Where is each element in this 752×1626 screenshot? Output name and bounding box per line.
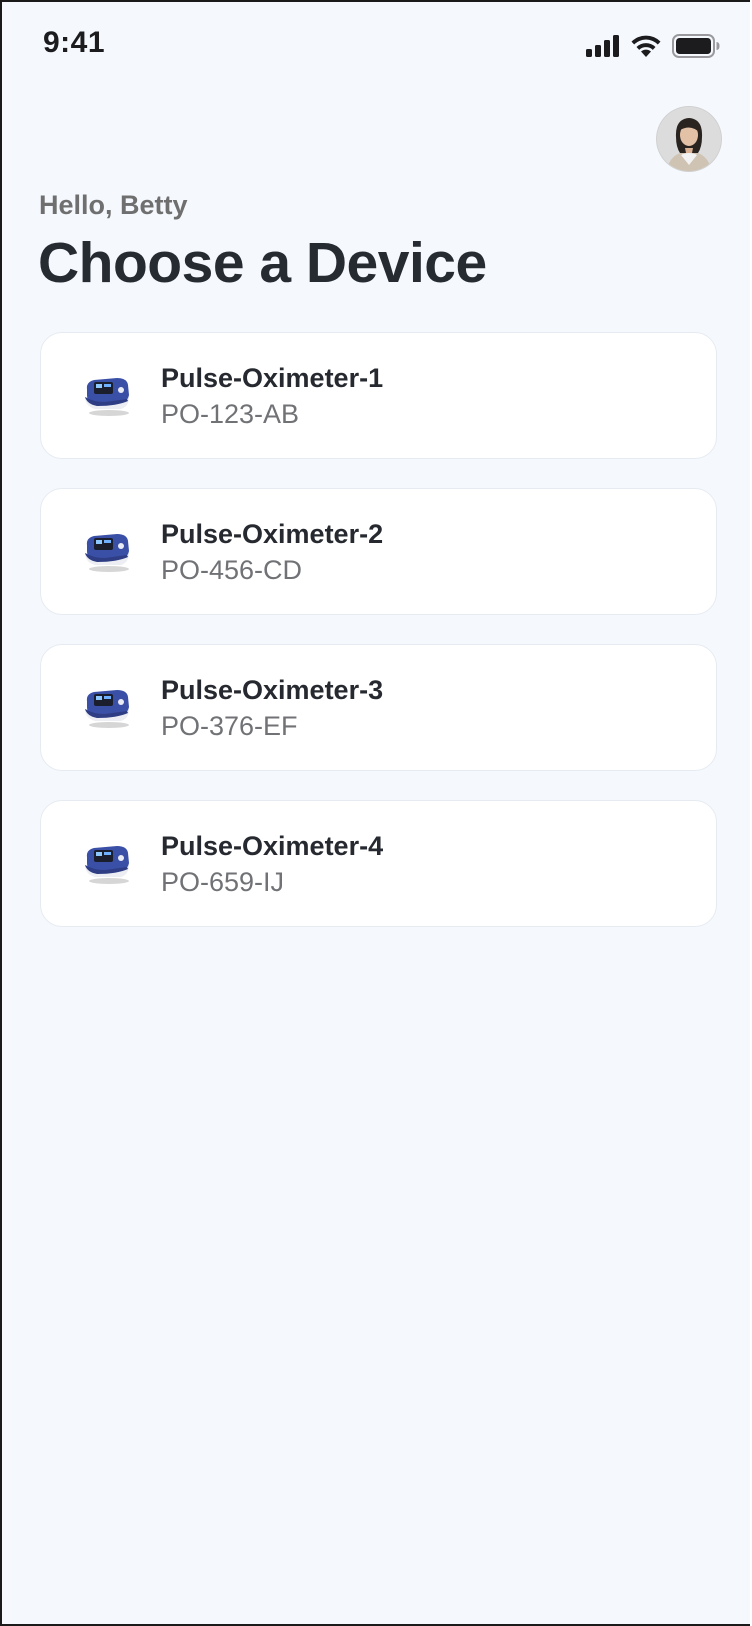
- wifi-icon: [630, 34, 662, 58]
- status-icons: [586, 34, 720, 58]
- greeting-text: Hello, Betty: [39, 190, 188, 220]
- pulse-oximeter-icon: [81, 843, 135, 887]
- device-serial: PO-659-IJ: [161, 867, 285, 897]
- pulse-oximeter-icon: [81, 531, 135, 575]
- user-avatar[interactable]: [657, 107, 721, 171]
- device-name: Pulse-Oximeter-1: [161, 363, 384, 393]
- pulse-oximeter-icon: [81, 375, 135, 419]
- page-title: Choose a Device: [38, 231, 487, 295]
- device-card[interactable]: Pulse-Oximeter-2 PO-456-CD: [40, 488, 717, 615]
- status-bar: 9:41: [2, 2, 750, 92]
- device-serial: PO-376-EF: [161, 711, 298, 741]
- device-name: Pulse-Oximeter-4: [161, 831, 384, 861]
- device-list: Pulse-Oximeter-1 PO-123-AB Pulse-Oximete…: [40, 332, 717, 956]
- device-name: Pulse-Oximeter-2: [161, 519, 384, 549]
- cellular-signal-icon: [586, 35, 620, 57]
- device-name: Pulse-Oximeter-3: [161, 675, 384, 705]
- device-card[interactable]: Pulse-Oximeter-4 PO-659-IJ: [40, 800, 717, 927]
- app-screen: 9:41 Hello, Betty Choose a Device Pulse-…: [0, 0, 750, 1626]
- device-card[interactable]: Pulse-Oximeter-3 PO-376-EF: [40, 644, 717, 771]
- battery-icon: [672, 34, 720, 58]
- device-serial: PO-456-CD: [161, 555, 303, 585]
- pulse-oximeter-icon: [81, 687, 135, 731]
- device-card[interactable]: Pulse-Oximeter-1 PO-123-AB: [40, 332, 717, 459]
- status-time: 9:41: [43, 26, 106, 59]
- user-avatar-image: [657, 107, 721, 171]
- device-serial: PO-123-AB: [161, 399, 300, 429]
